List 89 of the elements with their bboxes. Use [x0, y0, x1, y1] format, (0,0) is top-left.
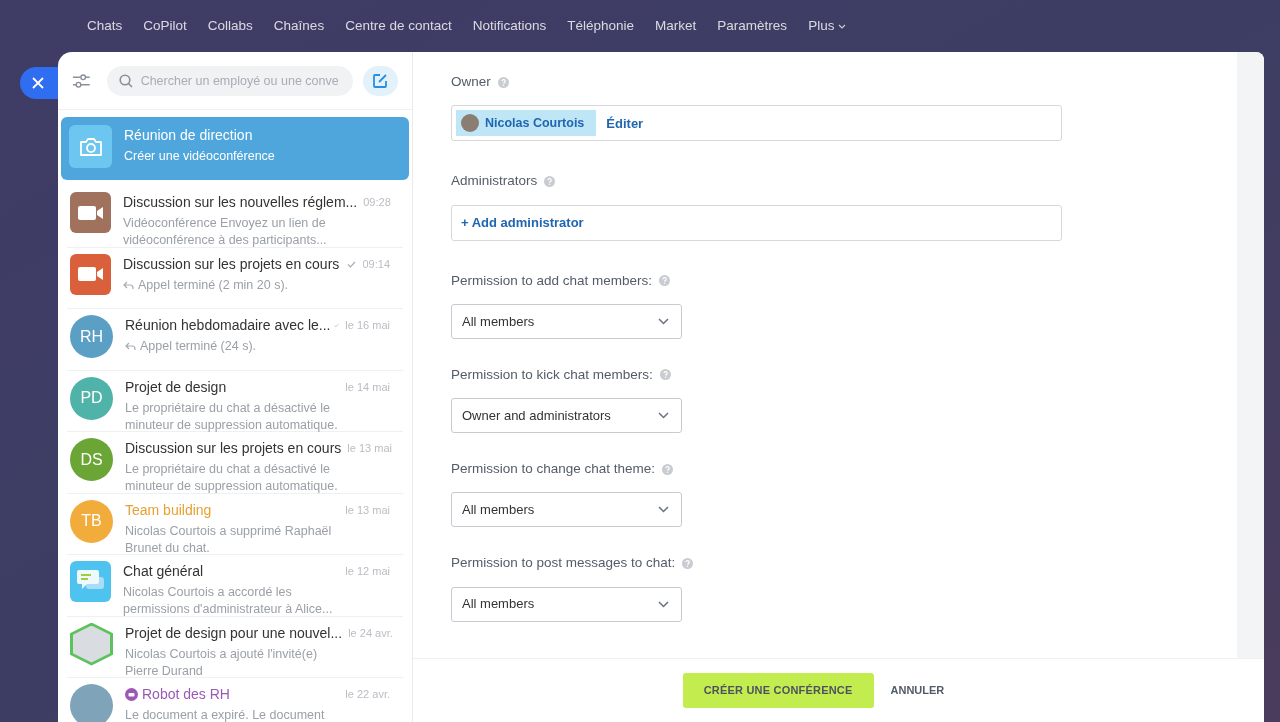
owner-field[interactable]: Nicolas Courtois Éditer	[451, 105, 1062, 142]
chat-title: Team building	[125, 500, 213, 520]
chevron-down-icon	[658, 317, 669, 325]
administrators-field[interactable]: + Add administrator	[451, 204, 1062, 241]
close-icon	[32, 77, 44, 89]
chevron-down-icon	[658, 600, 669, 608]
chat-preview: Nicolas Courtois a supprimé Raphaël Brunet du chat.	[125, 522, 333, 557]
chat-preview: Le propriétaire du chat a désactivé le minuteur de suppression automatique.	[125, 461, 339, 495]
field-label: Owner	[451, 73, 491, 91]
chat-time: 09:14	[362, 256, 390, 272]
permission-select[interactable]: All members	[451, 303, 682, 339]
avatar-placeholder	[461, 114, 479, 133]
chat-time: le 13 mai	[345, 502, 390, 518]
chat-title: Réunion hebdomadaire avec le...	[125, 316, 331, 335]
nav-link[interactable]: Paramètres	[717, 15, 788, 37]
chat-avatar: DS	[70, 438, 113, 481]
chat-preview: Nicolas Courtois a accordé les permissions d'administrateur à Alice...	[123, 584, 334, 618]
nav-link[interactable]: CoPilot	[143, 15, 187, 37]
chevron-down-icon	[658, 412, 669, 419]
chat-time: le 22 avr.	[345, 687, 390, 703]
user-chip[interactable]: Nicolas Courtois	[456, 110, 597, 137]
add-administrator-link[interactable]: + Add administrator	[461, 212, 584, 233]
help-icon[interactable]	[662, 463, 674, 475]
chat-title: Projet de design	[125, 377, 228, 397]
chevron-down-icon	[658, 506, 669, 514]
camera-icon	[78, 136, 103, 157]
help-icon[interactable]	[682, 557, 694, 569]
chat-preview: Le propriétaire du chat a désactivé le minuteur de suppression automatique.	[125, 399, 339, 434]
video-camera-icon	[77, 204, 104, 221]
chat-title: Discussion sur les projets en cours	[123, 254, 341, 274]
nav-link[interactable]: Plus	[808, 15, 847, 37]
permission-select[interactable]: All members	[451, 492, 682, 528]
chat-time: le 12 mai	[345, 564, 390, 580]
chat-time: 09:28	[363, 195, 391, 211]
permission-select[interactable]: All members	[451, 586, 682, 622]
chat-preview: Appel terminé (2 min 20 s).	[138, 276, 289, 294]
nav-link[interactable]: Chaînes	[273, 15, 325, 37]
chat-time: le 13 mai	[347, 441, 392, 457]
nav-link[interactable]: Notifications	[472, 15, 547, 37]
nav-link[interactable]: Chats	[87, 15, 123, 37]
field-label: Permission to kick chat members:	[451, 365, 653, 384]
nav-link[interactable]: Centre de contact	[345, 15, 452, 37]
field-label: Administrators	[451, 172, 538, 191]
chat-list-item[interactable]: Discussion sur les projets en cours 09:14 Appel terminé (2 min 20 s).	[67, 247, 403, 309]
chat-list-item[interactable]: DS Discussion sur les projets en cours le 13 mai Le propriétaire du chat a désactivé le minuteur de suppression automatique.	[67, 432, 403, 494]
filter-icon[interactable]	[72, 72, 91, 89]
chat-preview: Créer une vidéoconférence	[124, 148, 275, 165]
chat-preview: Appel terminé (24 s).	[140, 338, 257, 355]
chat-avatar: RH	[70, 315, 113, 358]
chat-avatar: TB	[70, 499, 113, 543]
edit-icon	[372, 72, 389, 89]
nav-link[interactable]: Téléphonie	[567, 15, 635, 37]
nav-link[interactable]: Collabs	[207, 15, 253, 37]
search-field[interactable]: Chercher un employé ou une conve	[106, 65, 353, 96]
chat-time: le 16 mai	[345, 318, 390, 334]
search-icon	[118, 73, 133, 88]
help-icon[interactable]	[659, 369, 671, 381]
help-icon[interactable]	[497, 76, 509, 88]
chat-list-item[interactable]: RH Réunion hebdomadaire avec le... le 16 mai Appel terminé (24 s).	[67, 309, 403, 371]
chat-title: Discussion sur les nouvelles réglem...	[123, 193, 358, 212]
chat-time: le 14 mai	[345, 379, 390, 395]
help-icon[interactable]	[659, 275, 671, 287]
chat-title: Chat général	[123, 562, 205, 581]
edit-link[interactable]: Éditer	[606, 113, 644, 133]
cancel-button[interactable]: ANNULER	[890, 673, 945, 708]
field-label: Permission to post messages to chat:	[451, 554, 676, 573]
chat-title: Réunion de direction	[124, 126, 254, 145]
chat-time: le 24 avr.	[348, 625, 393, 641]
video-camera-icon	[77, 266, 104, 282]
chat-list-item[interactable]: Chat général le 12 mai Nicolas Courtois a accordé les permissions d'administrateur à Alice...	[67, 555, 403, 617]
nav-link[interactable]: Market	[655, 15, 697, 37]
help-icon[interactable]	[544, 175, 556, 187]
chat-list-item[interactable]: Robot des RH le 22 avr. Le document a expiré. Le document	[67, 678, 403, 722]
chat-preview: Le document a expiré. Le document	[125, 707, 325, 722]
chat-list-item[interactable]: Projet de design pour une nouvel... le 24 avr. Nicolas Courtois a ajouté l'invité(e) Pierre Durand	[67, 616, 403, 678]
chat-list-item[interactable]: PD Projet de design le 14 mai Le propriétaire du chat a désactivé le minuteur de suppression automatique.	[67, 370, 403, 432]
chat-preview: Vidéoconférence Envoyez un lien de vidéoconférence à des participants...	[123, 215, 328, 249]
chat-list-item[interactable]: Discussion sur les nouvelles réglem... 09:28 Vidéoconférence Envoyez un lien de vidéoconférence à des participants...	[67, 186, 403, 248]
chat-title: Discussion sur les projets en cours	[125, 439, 342, 458]
field-label: Permission to add chat members:	[451, 271, 653, 290]
create-conference-button[interactable]: CRÉER UNE CONFÉRENCE	[682, 673, 874, 708]
chat-preview: Nicolas Courtois a ajouté l'invité(e) Pierre Durand	[125, 645, 319, 680]
compose-button[interactable]	[362, 65, 398, 96]
permission-select[interactable]: Owner and administrators	[451, 398, 682, 433]
chat-title: Projet de design pour une nouvel...	[125, 623, 343, 643]
field-label: Permission to change chat theme:	[451, 460, 656, 478]
chat-title: Robot des RH	[142, 685, 231, 704]
chat-avatar: PD	[70, 376, 113, 420]
close-button[interactable]	[20, 67, 58, 99]
